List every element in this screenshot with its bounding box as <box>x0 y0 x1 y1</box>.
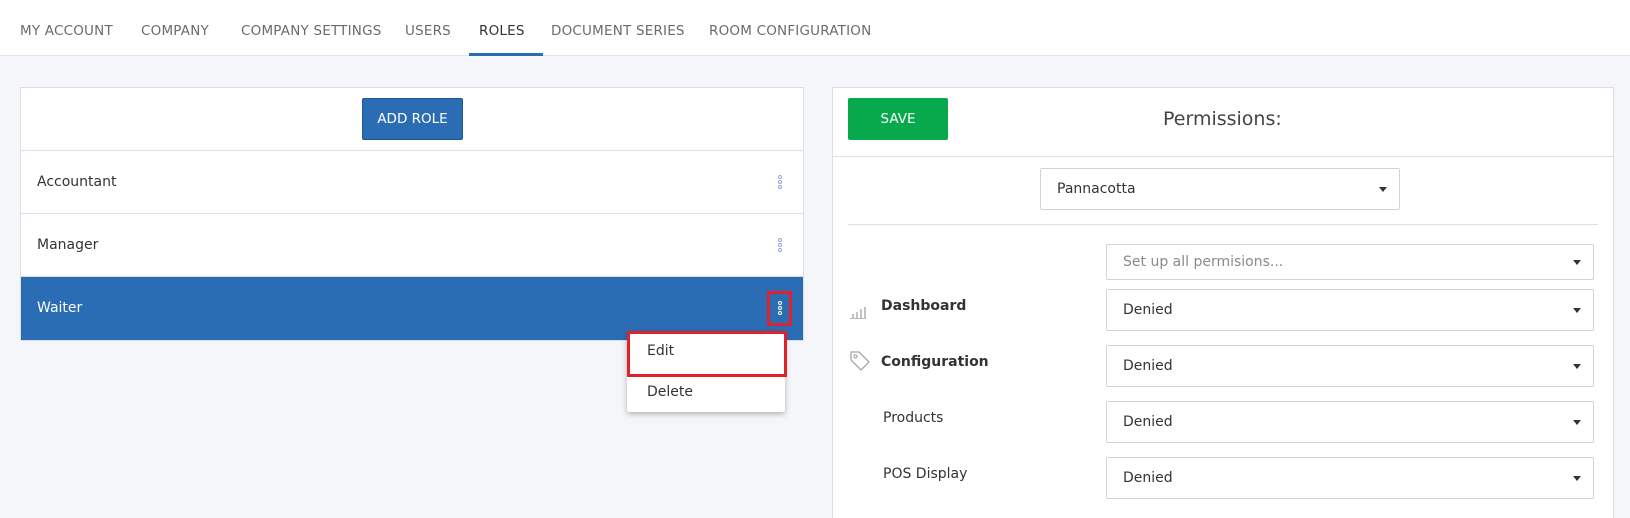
more-options-icon[interactable] <box>777 175 783 191</box>
tab-roles[interactable]: ROLES <box>479 0 525 56</box>
tab-company[interactable]: COMPANY <box>141 0 209 56</box>
roles-toolbar: ADD ROLE <box>21 88 803 151</box>
more-options-icon[interactable] <box>777 238 783 254</box>
permission-value: Denied <box>1123 414 1173 430</box>
role-item-label: Manager <box>37 237 99 253</box>
permission-label-products: Products <box>883 410 944 426</box>
permissions-title: Permissions: <box>1163 108 1282 130</box>
permission-value: Denied <box>1123 470 1173 486</box>
add-role-button[interactable]: ADD ROLE <box>362 98 463 140</box>
roles-panel: ADD ROLE Accountant Manager Waiter <box>20 87 804 341</box>
setup-all-permissions-select[interactable]: Set up all permisions... <box>1106 244 1594 280</box>
location-select-value: Pannacotta <box>1057 181 1136 197</box>
permission-label-configuration: Configuration <box>881 354 989 370</box>
permission-value: Denied <box>1123 302 1173 318</box>
role-item-manager[interactable]: Manager <box>21 214 803 277</box>
save-button[interactable]: SAVE <box>848 98 948 140</box>
tab-company-settings[interactable]: COMPANY SETTINGS <box>241 0 382 56</box>
setup-all-placeholder: Set up all permisions... <box>1123 254 1284 270</box>
permission-select-products[interactable]: Denied <box>1106 401 1594 443</box>
top-nav: MY ACCOUNT COMPANY COMPANY SETTINGS USER… <box>0 0 1630 56</box>
caret-down-icon <box>1573 476 1581 481</box>
location-select[interactable]: Pannacotta <box>1040 168 1400 210</box>
tab-my-account[interactable]: MY ACCOUNT <box>20 0 113 56</box>
active-tab-indicator <box>469 53 543 56</box>
permission-label-dashboard: Dashboard <box>881 298 967 314</box>
caret-down-icon <box>1573 364 1581 369</box>
tab-room-configuration[interactable]: ROOM CONFIGURATION <box>709 0 871 56</box>
caret-down-icon <box>1573 420 1581 425</box>
tab-users[interactable]: USERS <box>405 0 451 56</box>
permission-label-pos-display: POS Display <box>883 466 968 482</box>
kebab-highlight-box <box>767 291 792 326</box>
caret-down-icon <box>1379 187 1387 192</box>
permissions-panel: SAVE Permissions: Pannacotta Set up all … <box>832 87 1614 518</box>
role-item-accountant[interactable]: Accountant <box>21 151 803 214</box>
permission-value: Denied <box>1123 358 1173 374</box>
edit-highlight-box <box>627 331 787 377</box>
divider <box>848 224 1598 225</box>
caret-down-icon <box>1573 260 1581 265</box>
role-item-label: Waiter <box>37 300 83 316</box>
caret-down-icon <box>1573 308 1581 313</box>
tab-document-series[interactable]: DOCUMENT SERIES <box>551 0 685 56</box>
role-item-label: Accountant <box>37 174 117 190</box>
dashboard-icon <box>849 304 867 323</box>
tag-icon <box>849 350 871 376</box>
permission-select-pos-display[interactable]: Denied <box>1106 457 1594 499</box>
menu-item-delete[interactable]: Delete <box>627 372 785 412</box>
permission-select-dashboard[interactable]: Denied <box>1106 289 1594 331</box>
permission-select-configuration[interactable]: Denied <box>1106 345 1594 387</box>
permissions-toolbar: SAVE Permissions: <box>833 88 1613 157</box>
